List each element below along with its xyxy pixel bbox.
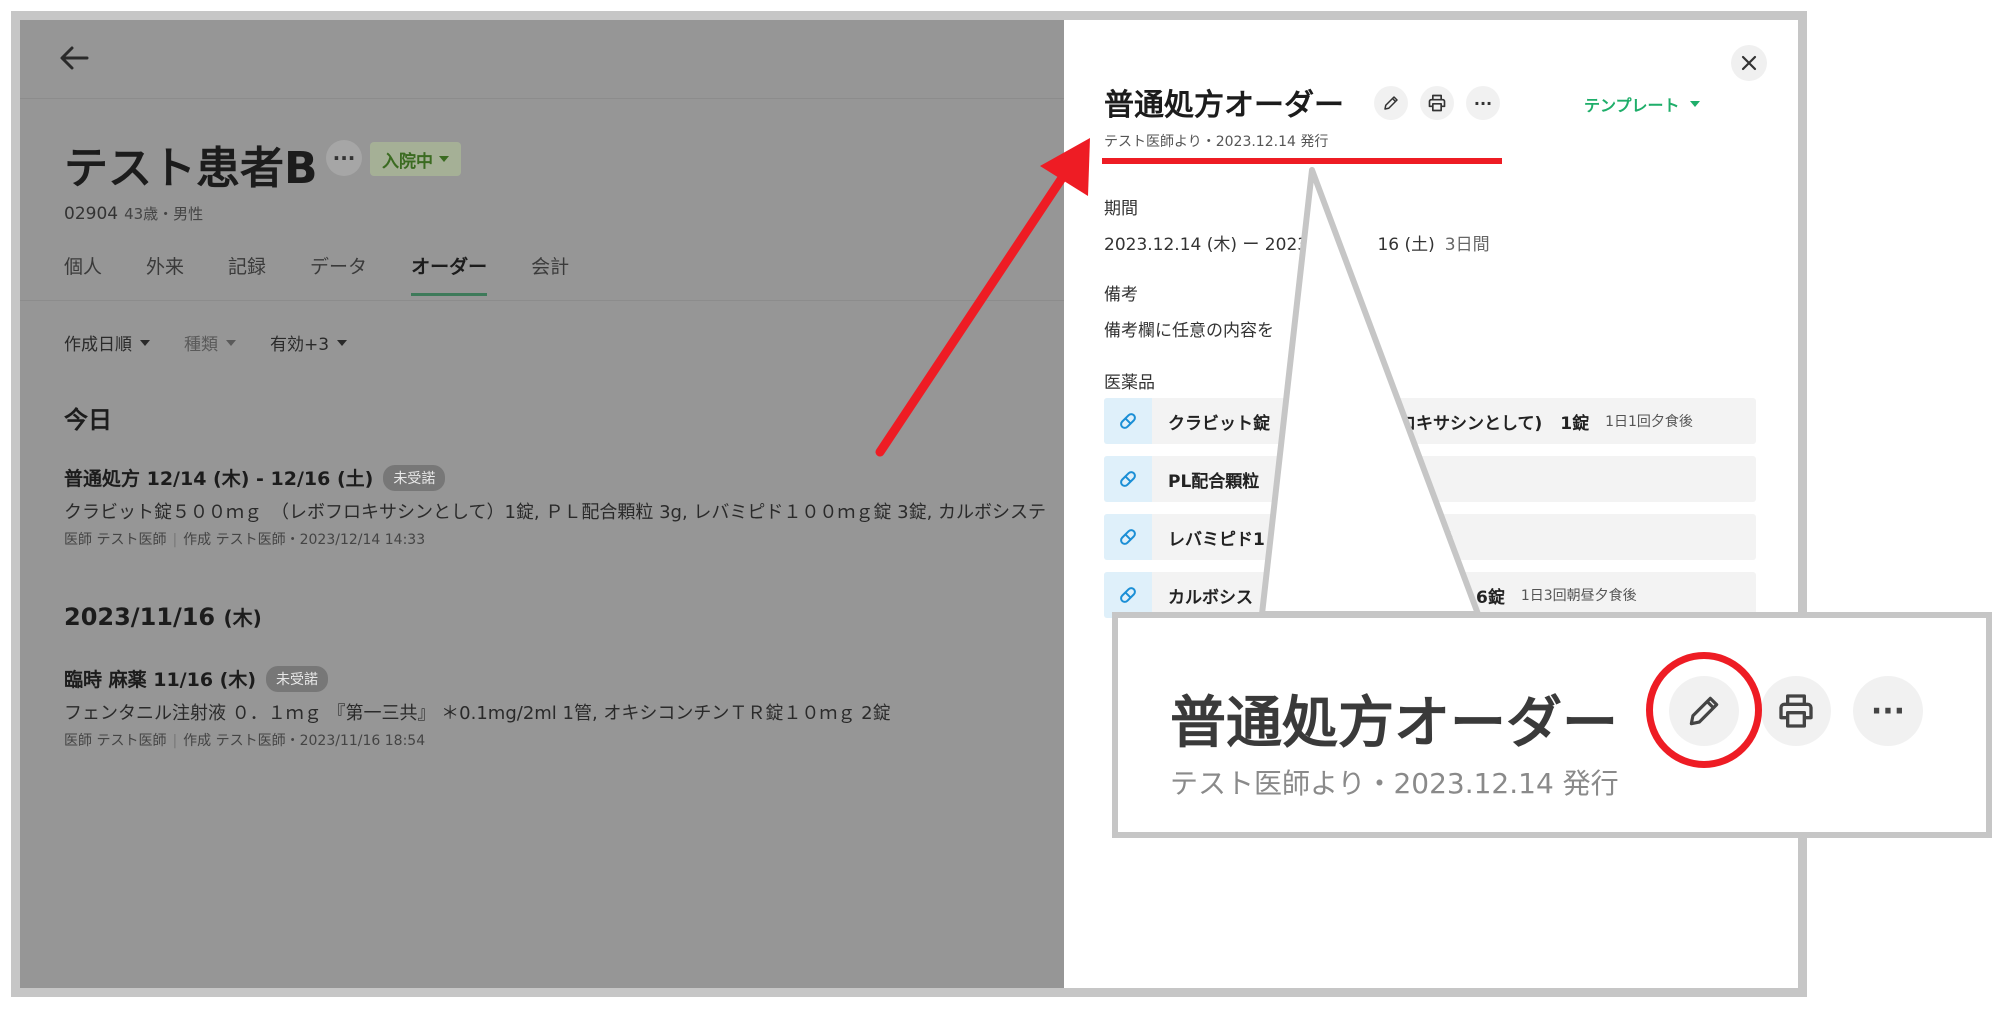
med-name: レバミピド1 xyxy=(1168,529,1265,550)
order-item-meta: 医師 テスト医師 | 作成 テスト医師・2023/11/16 18:54 xyxy=(64,733,426,749)
more-horizontal-icon: ··· xyxy=(332,146,356,170)
order-title-text: 臨時 麻薬 11/16 (木) xyxy=(64,669,257,691)
period-label: 期間 xyxy=(1104,199,1138,219)
pill-icon xyxy=(1104,514,1152,560)
tab-personal[interactable]: 個人 xyxy=(64,252,102,296)
more-order-button[interactable]: ··· xyxy=(1466,86,1500,120)
tab-data[interactable]: データ xyxy=(310,252,367,296)
status-badge: 未受諾 xyxy=(266,665,329,692)
more-horizontal-icon: ··· xyxy=(1473,93,1493,113)
med-usage: 1日1回夕食後 xyxy=(1605,414,1693,430)
print-order-button[interactable] xyxy=(1420,86,1454,120)
template-dropdown[interactable]: テンプレート xyxy=(1584,92,1700,116)
order-created: 作成 テスト医師・2023/11/16 18:54 xyxy=(183,733,426,749)
caret-down-icon xyxy=(140,339,150,346)
tab-records[interactable]: 記録 xyxy=(228,252,266,296)
med-row[interactable]: レバミピド1 朝昼夕食後 xyxy=(1104,514,1756,560)
med-dose: 1錠 xyxy=(1560,413,1590,434)
back-button[interactable] xyxy=(50,38,98,78)
zoom-more-button: ··· xyxy=(1853,676,1923,746)
order-doctor: 医師 テスト医師 xyxy=(64,532,167,548)
date-text: 今日 xyxy=(64,406,112,434)
order-item-title[interactable]: 臨時 麻薬 11/16 (木) 未受諾 xyxy=(64,665,329,692)
pill-icon xyxy=(1104,572,1152,618)
period-start: 2023.12.14 (木) ー 2023 xyxy=(1104,235,1309,255)
tab-orders[interactable]: オーダー xyxy=(411,252,488,296)
meds-label: 医薬品 xyxy=(1104,373,1155,393)
date-text: 2023/11/16 xyxy=(64,603,216,631)
med-name: カルボシス xyxy=(1168,587,1253,608)
order-detail-drawer: 普通処方オーダー ··· テンプレート テスト医師より・2023.12.14 発… xyxy=(1064,20,1798,988)
med-row[interactable]: クラビット錠 フロキサシンとして) 1錠 1日1回夕食後 xyxy=(1104,398,1756,444)
validity-filter-label: 有効+3 xyxy=(270,335,330,355)
order-item-body: クラビット錠５００ｍｇ （レボフロキサシンとして）1錠, ＰＬ配合顆粒 3g, … xyxy=(64,502,1047,523)
patient-id: 02904 xyxy=(64,204,119,224)
caret-down-icon xyxy=(226,339,236,346)
annotation-underline xyxy=(1102,158,1502,164)
filter-bar: 作成日順 種類 有効+3 xyxy=(64,330,348,355)
tab-billing[interactable]: 会計 xyxy=(531,252,569,296)
med-usage: 1日3回朝昼夕食後 xyxy=(1520,588,1637,604)
arrow-left-icon xyxy=(60,46,89,70)
close-icon xyxy=(1741,55,1757,71)
status-label: 入院中 xyxy=(382,151,433,172)
status-badge: 未受諾 xyxy=(383,464,446,491)
patient-tabs: 個人 外来 記録 データ オーダー 会計 xyxy=(64,252,569,296)
close-drawer-button[interactable] xyxy=(1731,45,1767,81)
med-usage: 食後 xyxy=(1373,472,1402,488)
screenshot-frame: テスト患者B ··· 入院中 02904 43歳・男性 個人 外来 記録 データ … xyxy=(11,11,1807,997)
note-value: 備考欄に任意の内容を る。 xyxy=(1104,316,1380,341)
pencil-icon xyxy=(1384,96,1398,110)
period-end: 16 (土) xyxy=(1377,235,1435,255)
order-doctor: 医師 テスト医師 xyxy=(64,733,167,749)
validity-filter[interactable]: 有効+3 xyxy=(270,330,348,355)
date-weekday: (木) xyxy=(223,606,262,630)
caret-down-icon xyxy=(337,339,348,346)
med-name-end: フロキサシンとして) xyxy=(1382,413,1543,434)
period-days: 3日間 xyxy=(1444,235,1490,255)
tabs-divider xyxy=(20,300,1064,301)
order-item-body: フェンタニル注射液 ０．１ｍｇ 『第一三共』 ＊0.1mg/2ml 1管, オキ… xyxy=(64,703,891,724)
pill-icon xyxy=(1104,456,1152,502)
med-dose: 6錠 xyxy=(1476,587,1505,608)
tab-outpatient[interactable]: 外来 xyxy=(146,252,184,296)
order-item-title[interactable]: 普通処方 12/14 (木) - 12/16 (土) 未受諾 xyxy=(64,464,446,491)
order-item-meta: 医師 テスト医師 | 作成 テスト医師・2023/12/14 14:33 xyxy=(64,532,426,548)
caret-down-icon xyxy=(1689,101,1700,107)
patient-panel: テスト患者B ··· 入院中 02904 43歳・男性 個人 外来 記録 データ … xyxy=(20,20,1064,988)
med-name: クラビット錠 xyxy=(1168,413,1270,434)
admission-status-dropdown[interactable]: 入院中 xyxy=(370,142,461,176)
pill-icon xyxy=(1104,398,1152,444)
med-usage: 朝昼夕食後 xyxy=(1382,530,1453,546)
patient-meta: 02904 43歳・男性 xyxy=(64,203,203,224)
type-filter-label: 種類 xyxy=(184,335,218,355)
caret-down-icon xyxy=(439,156,449,162)
patient-more-button[interactable]: ··· xyxy=(326,140,362,176)
med-row[interactable]: PL配合顆粒 食後 xyxy=(1104,456,1756,502)
edit-order-button[interactable] xyxy=(1374,86,1408,120)
printer-icon xyxy=(1428,94,1446,112)
type-filter[interactable]: 種類 xyxy=(184,330,236,355)
patient-age-sex: 43歳・男性 xyxy=(124,205,204,223)
more-horizontal-icon: ··· xyxy=(1870,693,1906,729)
order-title: 普通処方オーダー xyxy=(1104,88,1344,123)
patient-name: テスト患者B xyxy=(64,143,318,194)
order-created: 作成 テスト医師・2023/12/14 14:33 xyxy=(183,532,426,548)
period-value: 2023.12.14 (木) ー 2023 16 (土) 3日間 xyxy=(1104,230,1490,255)
order-subtitle: テスト医師より・2023.12.14 発行 xyxy=(1104,134,1329,150)
date-heading-today: 今日 xyxy=(64,400,112,435)
template-label: テンプレート xyxy=(1584,96,1680,115)
note-label: 備考 xyxy=(1104,285,1138,305)
med-name: PL配合顆粒 xyxy=(1168,471,1260,492)
med-row[interactable]: カルボシス 」 6錠 1日3回朝昼夕食後 xyxy=(1104,572,1756,618)
med-name-end: 」 xyxy=(1441,587,1458,608)
order-title-text: 普通処方 12/14 (木) - 12/16 (土) xyxy=(64,468,374,490)
date-heading-past: 2023/11/16 (木) xyxy=(64,602,262,631)
header-divider xyxy=(20,98,1064,99)
sort-filter-label: 作成日順 xyxy=(64,335,132,355)
note-text: 備考欄に任意の内容を xyxy=(1104,321,1274,341)
note-text-end: る。 xyxy=(1346,321,1380,341)
sort-filter[interactable]: 作成日順 xyxy=(64,330,150,355)
